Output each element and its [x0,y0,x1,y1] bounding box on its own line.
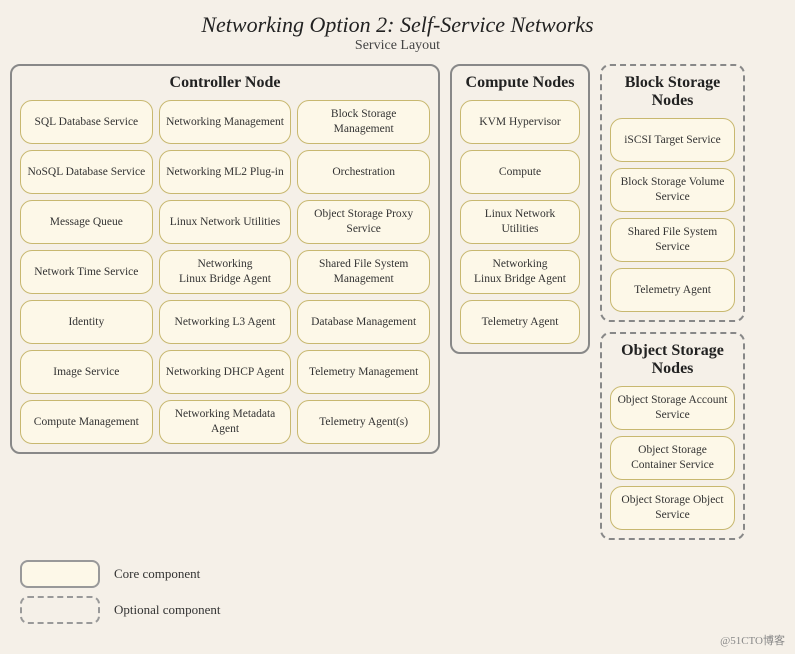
list-item: NoSQL Database Service [20,150,153,194]
list-item: Block Storage Volume Service [610,168,735,212]
controller-node: Controller Node SQL Database Service Net… [10,64,440,454]
block-storage-nodes-title: Block Storage Nodes [610,74,735,110]
list-item: Object Storage Proxy Service [297,200,430,244]
main-layout: Controller Node SQL Database Service Net… [0,64,795,550]
page-title: Networking Option 2: Self-Service Networ… [0,12,795,38]
list-item: Object Storage Account Service [610,386,735,430]
list-item: Networking Metadata Agent [159,400,292,444]
list-item: Network Time Service [20,250,153,294]
list-item: KVM Hypervisor [460,100,580,144]
list-item: Telemetry Management [297,350,430,394]
object-storage-nodes: Object Storage Nodes Object Storage Acco… [600,332,745,540]
list-item: NetworkingLinux Bridge Agent [460,250,580,294]
legend-optional: Optional component [20,596,775,624]
list-item: Object Storage Container Service [610,436,735,480]
watermark: @51CTO博客 [720,632,785,648]
list-item: Orchestration [297,150,430,194]
list-item: Telemetry Agent [610,268,735,312]
compute-nodes-title: Compute Nodes [460,74,580,92]
optional-legend-box [20,596,100,624]
list-item: Image Service [20,350,153,394]
page-subtitle: Service Layout [0,38,795,54]
compute-nodes: Compute Nodes KVM Hypervisor Compute Lin… [450,64,590,354]
block-storage-nodes: Block Storage Nodes iSCSI Target Service… [600,64,745,322]
list-item: Object Storage Object Service [610,486,735,530]
controller-services-grid: SQL Database Service Networking Manageme… [20,100,430,444]
list-item: Compute Management [20,400,153,444]
list-item: SQL Database Service [20,100,153,144]
right-column: Block Storage Nodes iSCSI Target Service… [600,64,745,540]
compute-services-grid: KVM Hypervisor Compute Linux Network Uti… [460,100,580,344]
list-item: Linux Network Utilities [159,200,292,244]
legend-core: Core component [20,560,775,588]
object-storage-services-grid: Object Storage Account Service Object St… [610,386,735,530]
core-legend-label: Core component [114,566,200,582]
core-legend-box [20,560,100,588]
legend: Core component Optional component [0,550,795,634]
list-item: Networking Management [159,100,292,144]
controller-node-title: Controller Node [20,74,430,92]
optional-legend-label: Optional component [114,602,221,618]
list-item: Identity [20,300,153,344]
list-item: Shared File System Service [610,218,735,262]
list-item: Telemetry Agent [460,300,580,344]
block-storage-services-grid: iSCSI Target Service Block Storage Volum… [610,118,735,312]
list-item: Database Management [297,300,430,344]
list-item: Compute [460,150,580,194]
list-item: Message Queue [20,200,153,244]
list-item: NetworkingLinux Bridge Agent [159,250,292,294]
list-item: Telemetry Agent(s) [297,400,430,444]
object-storage-nodes-title: Object Storage Nodes [610,342,735,378]
list-item: Networking ML2 Plug-in [159,150,292,194]
list-item: Linux Network Utilities [460,200,580,244]
list-item: Shared File System Management [297,250,430,294]
list-item: Networking L3 Agent [159,300,292,344]
list-item: Block Storage Management [297,100,430,144]
list-item: Networking DHCP Agent [159,350,292,394]
list-item: iSCSI Target Service [610,118,735,162]
